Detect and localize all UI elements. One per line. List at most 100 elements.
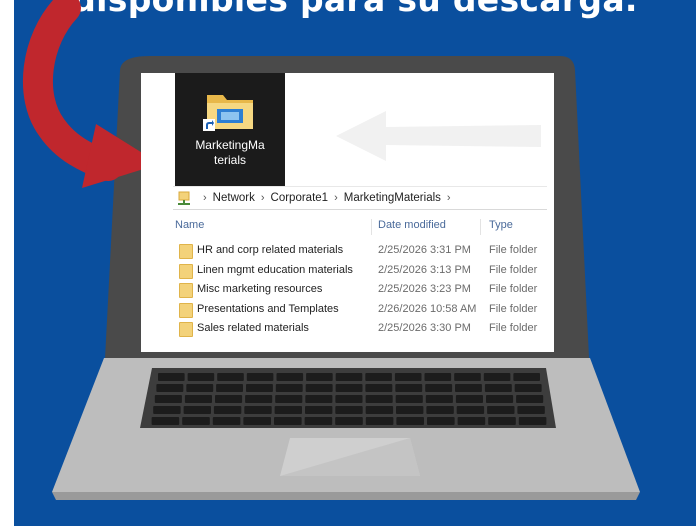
file-date-modified: 2/25/2026 3:23 PM	[378, 283, 471, 295]
keyboard-key	[335, 417, 363, 425]
keyboard-key	[426, 406, 454, 414]
keyboard-key	[365, 373, 392, 381]
keyboard-key	[396, 406, 424, 414]
file-list: HR and corp related materials 2/25/2026 3…	[173, 241, 547, 339]
file-row[interactable]: Sales related materials 2/25/2026 3:30 PM…	[173, 319, 547, 339]
folder-icon	[179, 244, 193, 259]
keyboard-key	[484, 384, 512, 392]
keyboard-key	[182, 417, 210, 425]
keyboard-key	[517, 406, 545, 414]
file-name: Linen mgmt education materials	[197, 263, 353, 276]
keyboard-key	[365, 417, 394, 425]
keyboard-key	[217, 373, 244, 381]
keyboard-key	[274, 417, 302, 425]
keyboard-key	[154, 395, 182, 403]
folder-icon	[179, 263, 193, 279]
file-date-modified: 2/25/2026 3:13 PM	[378, 263, 471, 276]
keyboard-key	[395, 395, 423, 403]
keyboard-key	[455, 395, 483, 403]
keyboard-key	[151, 417, 180, 425]
keyboard-key	[156, 384, 184, 392]
file-row[interactable]: Linen mgmt education materials 2/25/2026 …	[173, 261, 547, 281]
shortcut-label-line1: MarketingMa	[195, 138, 265, 152]
shortcut-label-line2: terials	[213, 153, 246, 167]
file-date-modified: 2/25/2026 3:31 PM	[378, 244, 471, 256]
file-name: HR and corp related materials	[197, 244, 344, 256]
keyboard-key	[425, 384, 453, 392]
keyboard-key	[243, 417, 271, 425]
column-date-modified[interactable]: Date modified	[378, 219, 446, 231]
breadcrumb: › Network › Corporate1 › MarketingMateri…	[173, 186, 547, 210]
keyboard-key	[275, 384, 303, 392]
keyboard-key	[153, 406, 181, 414]
file-date-modified: 2/26/2026 10:58 AM	[378, 302, 477, 315]
breadcrumb-marketingmaterials[interactable]: MarketingMaterials	[344, 192, 441, 204]
keyboard-key	[457, 417, 486, 425]
keyboard-key	[424, 373, 452, 381]
keyboard-key	[394, 373, 422, 381]
keyboard-key	[514, 384, 542, 392]
keyboard-key	[304, 417, 333, 425]
keyboard-key	[216, 384, 243, 392]
keyboard-key	[274, 406, 302, 414]
keyboard-key	[486, 395, 514, 403]
file-type: File folder	[489, 283, 538, 295]
chevron-right-icon: ›	[260, 192, 265, 204]
keyboard-key	[335, 406, 363, 414]
keyboard-key	[246, 384, 273, 392]
breadcrumb-corporate1[interactable]: Corporate1	[271, 192, 329, 204]
column-divider	[371, 219, 372, 235]
keyboard-key	[335, 384, 363, 392]
keyboard-key	[213, 406, 242, 414]
keyboard-key	[184, 395, 212, 403]
keyboard-key	[212, 417, 241, 425]
desktop-shortcut[interactable]: MarketingMa terials	[175, 73, 285, 186]
shortcut-label: MarketingMa terials	[175, 138, 285, 168]
keyboard-key	[365, 395, 393, 403]
column-headers: Name Date modified Type	[173, 219, 547, 237]
keyboard-key	[456, 406, 485, 414]
keyboard-key	[245, 395, 273, 403]
file-row[interactable]: HR and corp related materials 2/25/2026 3…	[173, 241, 547, 261]
keyboard-key	[335, 395, 363, 403]
file-date-modified: 2/25/2026 3:30 PM	[378, 322, 471, 334]
file-type: File folder	[489, 263, 538, 276]
column-name[interactable]: Name	[175, 219, 204, 231]
faint-arrow-icon	[336, 111, 541, 161]
keyboard-key	[244, 406, 272, 414]
breadcrumb-network[interactable]: Network	[213, 192, 255, 204]
keyboard-key	[455, 384, 482, 392]
file-name: Presentations and Templates	[197, 302, 339, 315]
file-type: File folder	[489, 302, 538, 315]
keyboard-key	[305, 384, 333, 392]
keyboard-key	[513, 373, 540, 381]
folder-shortcut-icon	[203, 95, 253, 131]
keyboard-key	[518, 417, 547, 425]
keyboard-key	[275, 395, 303, 403]
keyboard-key	[246, 373, 274, 381]
keyboard-key	[187, 373, 215, 381]
folder-icon	[179, 322, 193, 337]
folder-icon	[179, 283, 193, 298]
chevron-right-icon: ›	[203, 192, 207, 204]
file-row[interactable]: Presentations and Templates 2/26/2026 10:…	[173, 300, 547, 320]
keyboard-key	[427, 417, 455, 425]
chevron-right-icon: ›	[334, 192, 338, 204]
keyboard-key	[365, 384, 393, 392]
keyboard-key	[158, 373, 185, 381]
file-row[interactable]: Misc marketing resources 2/25/2026 3:23 P…	[173, 280, 547, 300]
chevron-right-icon: ›	[446, 192, 451, 204]
keyboard-key	[487, 406, 515, 414]
keyboard-key	[183, 406, 211, 414]
keyboard-key	[305, 406, 333, 414]
column-type[interactable]: Type	[489, 219, 513, 231]
keyboard-key	[215, 395, 243, 403]
file-name: Misc marketing resources	[197, 283, 323, 295]
keyboard-key	[396, 417, 424, 425]
keyboard-key	[488, 417, 516, 425]
keyboard-key	[425, 395, 453, 403]
network-icon	[178, 191, 190, 205]
folder-icon	[179, 302, 193, 318]
column-divider	[480, 219, 481, 235]
keyboard-key	[395, 384, 423, 392]
